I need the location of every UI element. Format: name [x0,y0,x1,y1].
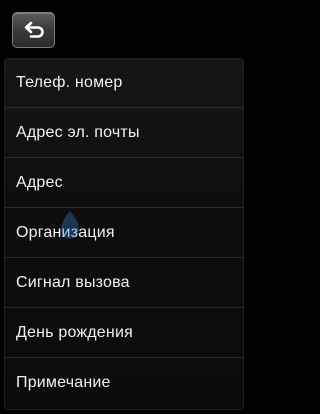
back-button[interactable] [12,12,55,48]
menu-item-ringtone[interactable]: Сигнал вызова [4,258,244,308]
menu-item-organization[interactable]: Организация [4,208,244,258]
menu-item-email-address[interactable]: Адрес эл. почты [4,108,244,158]
screen: Телеф. номер Адрес эл. почты Адрес Орган… [0,0,250,414]
menu-item-phone-number[interactable]: Телеф. номер [4,58,244,108]
menu-item-address[interactable]: Адрес [4,158,244,208]
menu-item-label: Телеф. номер [16,73,123,91]
field-type-menu: Телеф. номер Адрес эл. почты Адрес Орган… [4,58,244,408]
menu-item-label: Примечание [16,374,111,391]
menu-item-label: День рождения [16,323,133,341]
menu-item-label: Адрес [16,173,63,191]
menu-item-label: Адрес эл. почты [16,123,140,141]
menu-item-birthday[interactable]: День рождения [4,308,244,358]
back-arrow-icon [23,21,45,39]
menu-item-note[interactable]: Примечание [4,358,244,408]
menu-item-label: Организация [16,223,115,241]
menu-item-label: Сигнал вызова [16,273,130,291]
